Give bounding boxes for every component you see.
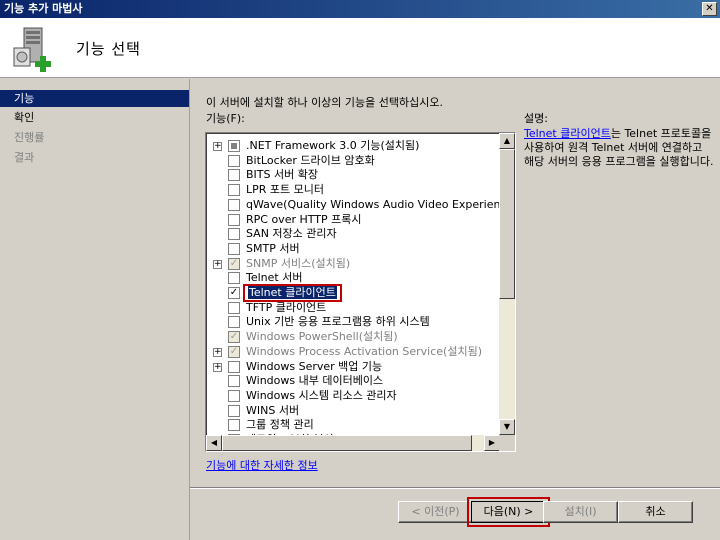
feature-checkbox[interactable] xyxy=(228,272,240,284)
window-title: 기능 추가 마법사 xyxy=(4,2,83,15)
feature-row[interactable]: + ✓ Windows Process Activation Service(설치됨… xyxy=(206,345,500,359)
feature-row[interactable]: SAN 저장소 관리자 xyxy=(206,227,500,241)
feature-row[interactable]: ✓ Windows PowerShell(설치됨) xyxy=(206,330,500,344)
feature-checkbox: ✓ xyxy=(228,331,240,343)
feature-checkbox: ✓ xyxy=(228,346,240,358)
feature-checkbox[interactable] xyxy=(228,184,240,196)
feature-label: BITS 서버 확장 xyxy=(246,168,318,181)
feature-checkbox: ✓ xyxy=(228,258,240,270)
feature-checkbox[interactable] xyxy=(228,375,240,387)
feature-label: Telnet 클라이언트 xyxy=(243,284,342,302)
feature-row[interactable]: Windows 내부 데이터베이스 xyxy=(206,374,500,388)
title-bar: 기능 추가 마법사 ✕ xyxy=(0,0,720,18)
feature-row[interactable]: BitLocker 드라이브 암호화 xyxy=(206,154,500,168)
feature-row[interactable]: 그룹 정책 관리 xyxy=(206,418,500,432)
feature-label: SNMP 서비스(설치됨) xyxy=(246,257,351,270)
more-info-link[interactable]: 기능에 대한 자세한 정보 xyxy=(206,457,318,473)
expand-icon[interactable]: + xyxy=(213,348,222,357)
feature-row[interactable]: RPC over HTTP 프록시 xyxy=(206,213,500,227)
description-label: 설명: xyxy=(524,112,548,125)
description-link[interactable]: Telnet 클라이언트 xyxy=(524,127,611,140)
feature-row[interactable]: + .NET Framework 3.0 기능(설치됨) xyxy=(206,139,500,153)
feature-row[interactable]: ✓ Telnet 클라이언트 xyxy=(206,284,500,302)
description-text: Telnet 클라이언트는 Telnet 프로토콜을 사용하여 원격 Telne… xyxy=(524,127,714,169)
horizontal-scrollbar[interactable]: ◀ ▶ xyxy=(206,435,500,451)
vertical-scrollbar[interactable]: ▲ ▼ xyxy=(499,133,515,435)
feature-label: BitLocker 드라이브 암호화 xyxy=(246,154,375,167)
feature-checkbox[interactable] xyxy=(228,390,240,402)
feature-label: Unix 기반 응용 프로그램용 하위 시스템 xyxy=(246,315,430,328)
nav-step-confirm[interactable]: 확인 xyxy=(0,109,189,126)
scrollbar-corner xyxy=(499,435,515,451)
install-button[interactable]: 설치(I) xyxy=(543,501,618,523)
vertical-scroll-thumb[interactable] xyxy=(499,149,515,299)
wizard-header: 기능 선택 xyxy=(0,18,720,78)
feature-checkbox[interactable]: ✓ xyxy=(228,287,240,299)
features-label: 기능(F): xyxy=(206,112,245,125)
feature-checkbox[interactable] xyxy=(228,214,240,226)
feature-label: Windows Process Activation Service(설치됨) xyxy=(246,345,482,358)
prev-button[interactable]: < 이전(P) xyxy=(398,501,473,523)
nav-step-features[interactable]: 기능 xyxy=(0,90,189,107)
feature-label: qWave(Quality Windows Audio Video Experi… xyxy=(246,198,516,211)
feature-checkbox[interactable] xyxy=(228,361,240,373)
instruction-text: 이 서버에 설치할 하나 이상의 기능을 선택하십시오. xyxy=(206,96,443,109)
feature-label: WINS 서버 xyxy=(246,404,300,417)
close-button[interactable]: ✕ xyxy=(702,2,717,16)
feature-label: Windows Server 백업 기능 xyxy=(246,360,383,373)
nav-step-results: 결과 xyxy=(14,151,35,164)
feature-row[interactable]: WINS 서버 xyxy=(206,404,500,418)
feature-checkbox[interactable] xyxy=(228,169,240,181)
feature-label: 그룹 정책 관리 xyxy=(246,418,314,431)
scroll-left-icon[interactable]: ◀ xyxy=(206,435,222,451)
feature-row[interactable]: LPR 포트 모니터 xyxy=(206,183,500,197)
feature-label: RPC over HTTP 프록시 xyxy=(246,213,362,226)
feature-label: SMTP 서버 xyxy=(246,242,300,255)
feature-checkbox[interactable] xyxy=(228,316,240,328)
feature-row[interactable]: + ✓ SNMP 서비스(설치됨) xyxy=(206,257,500,271)
feature-checkbox[interactable] xyxy=(228,243,240,255)
expand-icon[interactable]: + xyxy=(213,142,222,151)
feature-row[interactable]: + Windows Server 백업 기능 xyxy=(206,360,500,374)
feature-checkbox[interactable] xyxy=(228,199,240,211)
feature-label: LPR 포트 모니터 xyxy=(246,183,324,196)
feature-checkbox[interactable] xyxy=(228,419,240,431)
scroll-down-icon[interactable]: ▼ xyxy=(499,419,515,435)
feature-label: TFTP 클라이언트 xyxy=(246,301,327,314)
main-content: 이 서버에 설치할 하나 이상의 기능을 선택하십시오. 기능(F): 네트워크… xyxy=(189,79,720,540)
selected-feature-label: Telnet 클라이언트 xyxy=(248,286,337,299)
feature-checkbox[interactable] xyxy=(228,140,240,152)
feature-label: Windows 시스템 리소스 관리자 xyxy=(246,389,397,402)
next-button[interactable]: 다음(N) > xyxy=(467,497,550,527)
page-title: 기능 선택 xyxy=(76,40,141,58)
feature-label: .NET Framework 3.0 기능(설치됨) xyxy=(246,139,420,152)
feature-row[interactable]: TFTP 클라이언트 xyxy=(206,301,500,315)
nav-step-progress: 진행률 xyxy=(14,131,45,144)
cancel-button[interactable]: 취소 xyxy=(618,501,693,523)
feature-label: Telnet 서버 xyxy=(246,271,303,284)
features-list[interactable]: 네트워크 부하 분산그룹 정책 관리WINS 서버Windows 시스템 리소스… xyxy=(205,132,516,452)
feature-row[interactable]: Telnet 서버 xyxy=(206,271,500,285)
expand-icon[interactable]: + xyxy=(213,260,222,269)
feature-row[interactable]: Windows 시스템 리소스 관리자 xyxy=(206,389,500,403)
feature-label: Windows 내부 데이터베이스 xyxy=(246,374,384,387)
feature-row[interactable]: qWave(Quality Windows Audio Video Experi… xyxy=(206,198,515,212)
feature-checkbox[interactable] xyxy=(228,228,240,240)
scroll-up-icon[interactable]: ▲ xyxy=(499,133,515,149)
wizard-steps-nav: 기능 확인 진행률 결과 xyxy=(0,79,189,540)
scroll-right-icon[interactable]: ▶ xyxy=(484,435,500,451)
feature-label: SAN 저장소 관리자 xyxy=(246,227,337,240)
feature-row[interactable]: SMTP 서버 xyxy=(206,242,500,256)
footer-divider xyxy=(190,487,720,489)
expand-icon[interactable]: + xyxy=(213,363,222,372)
feature-checkbox[interactable] xyxy=(228,155,240,167)
feature-row[interactable]: BITS 서버 확장 xyxy=(206,168,500,182)
feature-row[interactable]: Unix 기반 응용 프로그램용 하위 시스템 xyxy=(206,315,500,329)
server-add-feature-icon xyxy=(13,27,51,72)
feature-checkbox[interactable] xyxy=(228,302,240,314)
feature-label: Windows PowerShell(설치됨) xyxy=(246,330,398,343)
feature-checkbox[interactable] xyxy=(228,405,240,417)
horizontal-scroll-thumb[interactable] xyxy=(222,435,472,451)
